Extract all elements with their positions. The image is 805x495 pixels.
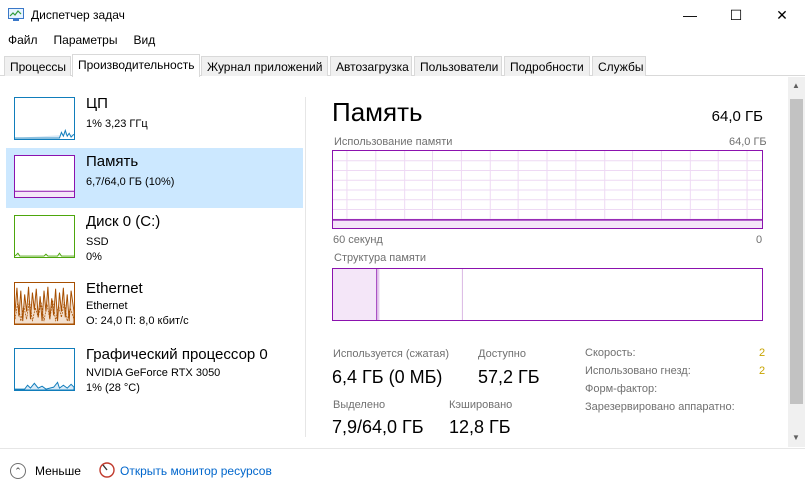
device-ethernet[interactable]: Ethernet Ethernet О: 24,0 П: 8,0 кбит/с — [6, 275, 303, 335]
device-detail: 1% 3,23 ГГц — [86, 118, 148, 130]
menu-options[interactable]: Параметры — [46, 31, 126, 51]
speed-label: Скорость: — [585, 347, 636, 359]
device-detail: NVIDIA GeForce RTX 3050 — [86, 367, 221, 379]
device-detail: Ethernet — [86, 300, 128, 312]
title-bar: Диспетчер задач — ☐ ✕ — [0, 0, 805, 30]
minimize-button[interactable]: — — [667, 0, 713, 30]
device-detail-secondary: 1% (28 °C) — [86, 382, 140, 394]
vertical-scrollbar[interactable]: ▲ ▼ — [788, 77, 805, 447]
panel-title: Память — [332, 97, 423, 127]
scrollbar-thumb[interactable] — [790, 99, 803, 404]
device-detail-secondary: О: 24,0 П: 8,0 кбит/с — [86, 315, 189, 327]
form-factor-label: Форм-фактор: — [585, 383, 658, 395]
slots-used-label: Использовано гнезд: — [585, 365, 691, 377]
committed-label: Выделено — [333, 399, 386, 411]
menu-bar: Файл Параметры Вид — [0, 31, 163, 51]
menu-view[interactable]: Вид — [125, 31, 163, 51]
memory-structure-label: Структура памяти — [334, 252, 427, 264]
footer: ⌃ Меньше Открыть монитор ресурсов — [0, 448, 805, 495]
committed-value: 7,9/64,0 ГБ — [332, 417, 424, 437]
speed-value: 2 — [759, 347, 766, 359]
tab-startup[interactable]: Автозагрузка — [330, 56, 412, 76]
cpu-thumbnail-graph — [14, 97, 75, 140]
scroll-up-icon[interactable]: ▲ — [792, 81, 800, 90]
device-detail: 6,7/64,0 ГБ (10%) — [86, 176, 175, 188]
device-name: ЦП — [86, 95, 108, 112]
available-label: Доступно — [478, 348, 527, 360]
window-title: Диспетчер задач — [31, 8, 125, 22]
graph-time-zero: 0 — [756, 234, 763, 246]
memory-usage-graph — [332, 150, 763, 229]
device-memory[interactable]: Память 6,7/64,0 ГБ (10%) — [6, 148, 303, 208]
open-resource-monitor-link[interactable]: Открыть монитор ресурсов — [120, 464, 272, 478]
task-manager-icon — [8, 8, 24, 21]
slots-used-value: 2 — [759, 365, 766, 377]
tab-performance[interactable]: Производительность — [72, 54, 200, 77]
in-use-label: Используется (сжатая) — [333, 348, 450, 360]
memory-structure-bar — [332, 268, 763, 321]
memory-thumbnail-graph — [14, 155, 75, 198]
device-detail-secondary: 0% — [86, 251, 102, 263]
chevron-up-icon[interactable]: ⌃ — [10, 463, 26, 479]
tab-users[interactable]: Пользователи — [414, 56, 502, 76]
menu-file[interactable]: Файл — [0, 31, 46, 51]
available-value: 57,2 ГБ — [478, 367, 540, 387]
graph-time-label: 60 секунд — [333, 234, 383, 246]
tab-services[interactable]: Службы — [592, 56, 646, 76]
device-disk[interactable]: Диск 0 (C:) SSD 0% — [6, 208, 303, 268]
usage-graph-max: 64,0 ГБ — [729, 136, 767, 148]
fewer-details-button[interactable]: Меньше — [35, 464, 81, 478]
maximize-button[interactable]: ☐ — [713, 0, 759, 30]
tab-app-history[interactable]: Журнал приложений — [201, 56, 328, 76]
hardware-reserved-label: Зарезервировано аппаратно: — [585, 401, 735, 413]
close-button[interactable]: ✕ — [759, 0, 805, 30]
device-gpu[interactable]: Графический процессор 0 NVIDIA GeForce R… — [6, 341, 303, 401]
device-name: Графический процессор 0 — [86, 346, 268, 363]
device-name: Память — [86, 153, 139, 170]
tab-strip: Процессы Производительность Журнал прило… — [0, 54, 805, 77]
device-sidebar: ЦП 1% 3,23 ГГц Память 6,7/64,0 ГБ (10%) … — [0, 77, 306, 447]
sidebar-divider — [305, 97, 306, 437]
tab-processes[interactable]: Процессы — [4, 56, 71, 76]
device-name: Диск 0 (C:) — [86, 213, 161, 230]
gpu-thumbnail-graph — [14, 348, 75, 391]
cached-value: 12,8 ГБ — [449, 417, 511, 437]
scroll-down-icon[interactable]: ▼ — [792, 433, 800, 442]
device-name: Ethernet — [86, 280, 143, 297]
ethernet-thumbnail-graph — [14, 282, 75, 325]
disk-thumbnail-graph — [14, 215, 75, 258]
tab-details[interactable]: Подробности — [504, 56, 590, 76]
total-memory: 64,0 ГБ — [711, 108, 763, 125]
device-detail: SSD — [86, 236, 109, 248]
in-use-value: 6,4 ГБ (0 МБ) — [332, 367, 443, 387]
cached-label: Кэшировано — [449, 399, 513, 411]
device-cpu[interactable]: ЦП 1% 3,23 ГГц — [6, 90, 303, 150]
usage-graph-label: Использование памяти — [334, 136, 453, 148]
resource-monitor-icon — [99, 462, 115, 478]
